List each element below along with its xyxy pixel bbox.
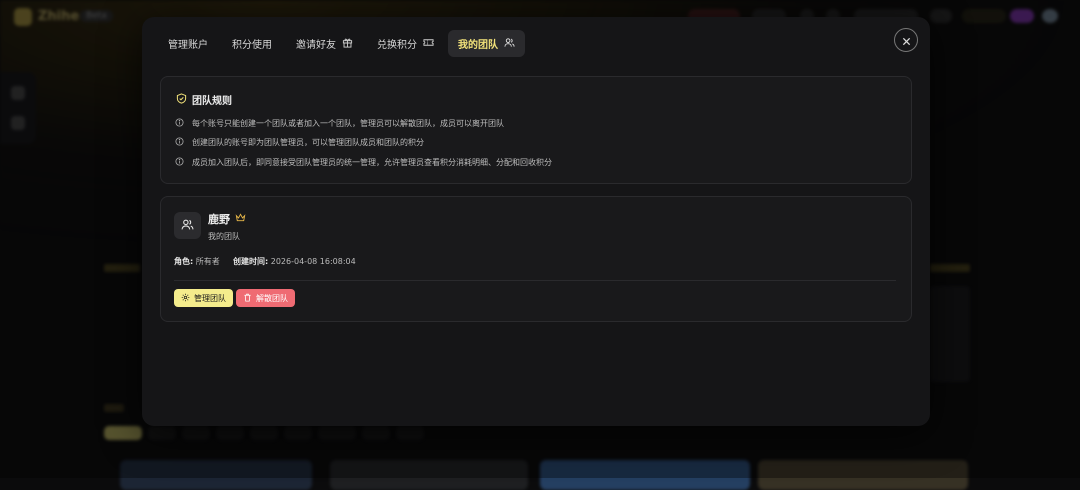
team-name-text: 鹿野 <box>208 213 230 226</box>
team-subtitle: 我的团队 <box>208 232 240 241</box>
tab-label: 兑换积分 <box>377 40 417 51</box>
role-label: 角色: <box>174 257 194 266</box>
rule-item: 每个账号只能创建一个团队或者加入一个团队，管理员可以解散团队，成员可以离开团队 <box>175 118 504 129</box>
info-icon <box>175 157 184 168</box>
rule-text: 成员加入团队后，即同意接受团队管理员的统一管理，允许管理员查看积分消耗明细、分配… <box>192 158 552 167</box>
dismiss-team-button[interactable]: 解散团队 <box>236 289 295 307</box>
rules-heading: 团队规则 <box>176 92 232 107</box>
ticket-icon <box>423 37 434 51</box>
team-card: 鹿野 我的团队 角色: 所有者 创建时间: 2026-04-08 16:08:0… <box>160 196 912 322</box>
team-rules-card: 团队规则 每个账号只能创建一个团队或者加入一个团队，管理员可以解散团队，成员可以… <box>160 76 912 184</box>
tab-manage-account[interactable]: 管理账户 <box>158 30 218 57</box>
info-icon <box>175 118 184 129</box>
tab-label: 我的团队 <box>458 40 498 51</box>
team-name: 鹿野 <box>208 211 246 227</box>
rule-text: 每个账号只能创建一个团队或者加入一个团队，管理员可以解散团队，成员可以离开团队 <box>192 119 504 128</box>
manage-team-label: 管理团队 <box>194 293 226 303</box>
tab-label: 积分使用 <box>232 40 272 51</box>
shield-check-icon <box>176 92 187 107</box>
role-value: 所有者 <box>195 257 220 266</box>
trash-icon <box>243 293 252 304</box>
manage-team-button[interactable]: 管理团队 <box>174 289 233 307</box>
team-avatar <box>174 212 201 239</box>
crown-icon <box>235 212 246 226</box>
created-value: 2026-04-08 16:08:04 <box>270 257 356 266</box>
team-created-time: 创建时间: 2026-04-08 16:08:04 <box>233 256 356 267</box>
tab-invite-friends[interactable]: 邀请好友 <box>286 30 363 57</box>
rule-item: 成员加入团队后，即同意接受团队管理员的统一管理，允许管理员查看积分消耗明细、分配… <box>175 157 552 168</box>
dismiss-team-label: 解散团队 <box>256 293 288 303</box>
rules-title: 团队规则 <box>192 96 232 107</box>
rule-text: 创建团队的账号即为团队管理员，可以管理团队成员和团队的积分 <box>192 138 424 147</box>
gift-icon <box>342 37 353 51</box>
tab-label: 管理账户 <box>168 40 208 51</box>
rule-item: 创建团队的账号即为团队管理员，可以管理团队成员和团队的积分 <box>175 137 424 148</box>
tab-credit-usage[interactable]: 积分使用 <box>222 30 282 57</box>
settings-icon <box>181 293 190 304</box>
tab-label: 邀请好友 <box>296 40 336 51</box>
tab-my-team[interactable]: 我的团队 <box>448 30 525 57</box>
modal-tabs: 管理账户 积分使用 邀请好友 兑换积分 我的团队 <box>158 30 525 57</box>
divider <box>174 280 896 281</box>
close-button[interactable] <box>894 28 918 52</box>
team-role: 角色: 所有者 <box>174 256 220 267</box>
created-label: 创建时间: <box>233 257 269 266</box>
info-icon <box>175 137 184 148</box>
users-icon <box>504 37 515 51</box>
users-icon <box>181 216 194 235</box>
tab-redeem-credits[interactable]: 兑换积分 <box>367 30 444 57</box>
close-icon <box>902 31 911 50</box>
account-modal: 管理账户 积分使用 邀请好友 兑换积分 我的团队 团队规则 每个账号只能创建一个… <box>142 17 930 426</box>
